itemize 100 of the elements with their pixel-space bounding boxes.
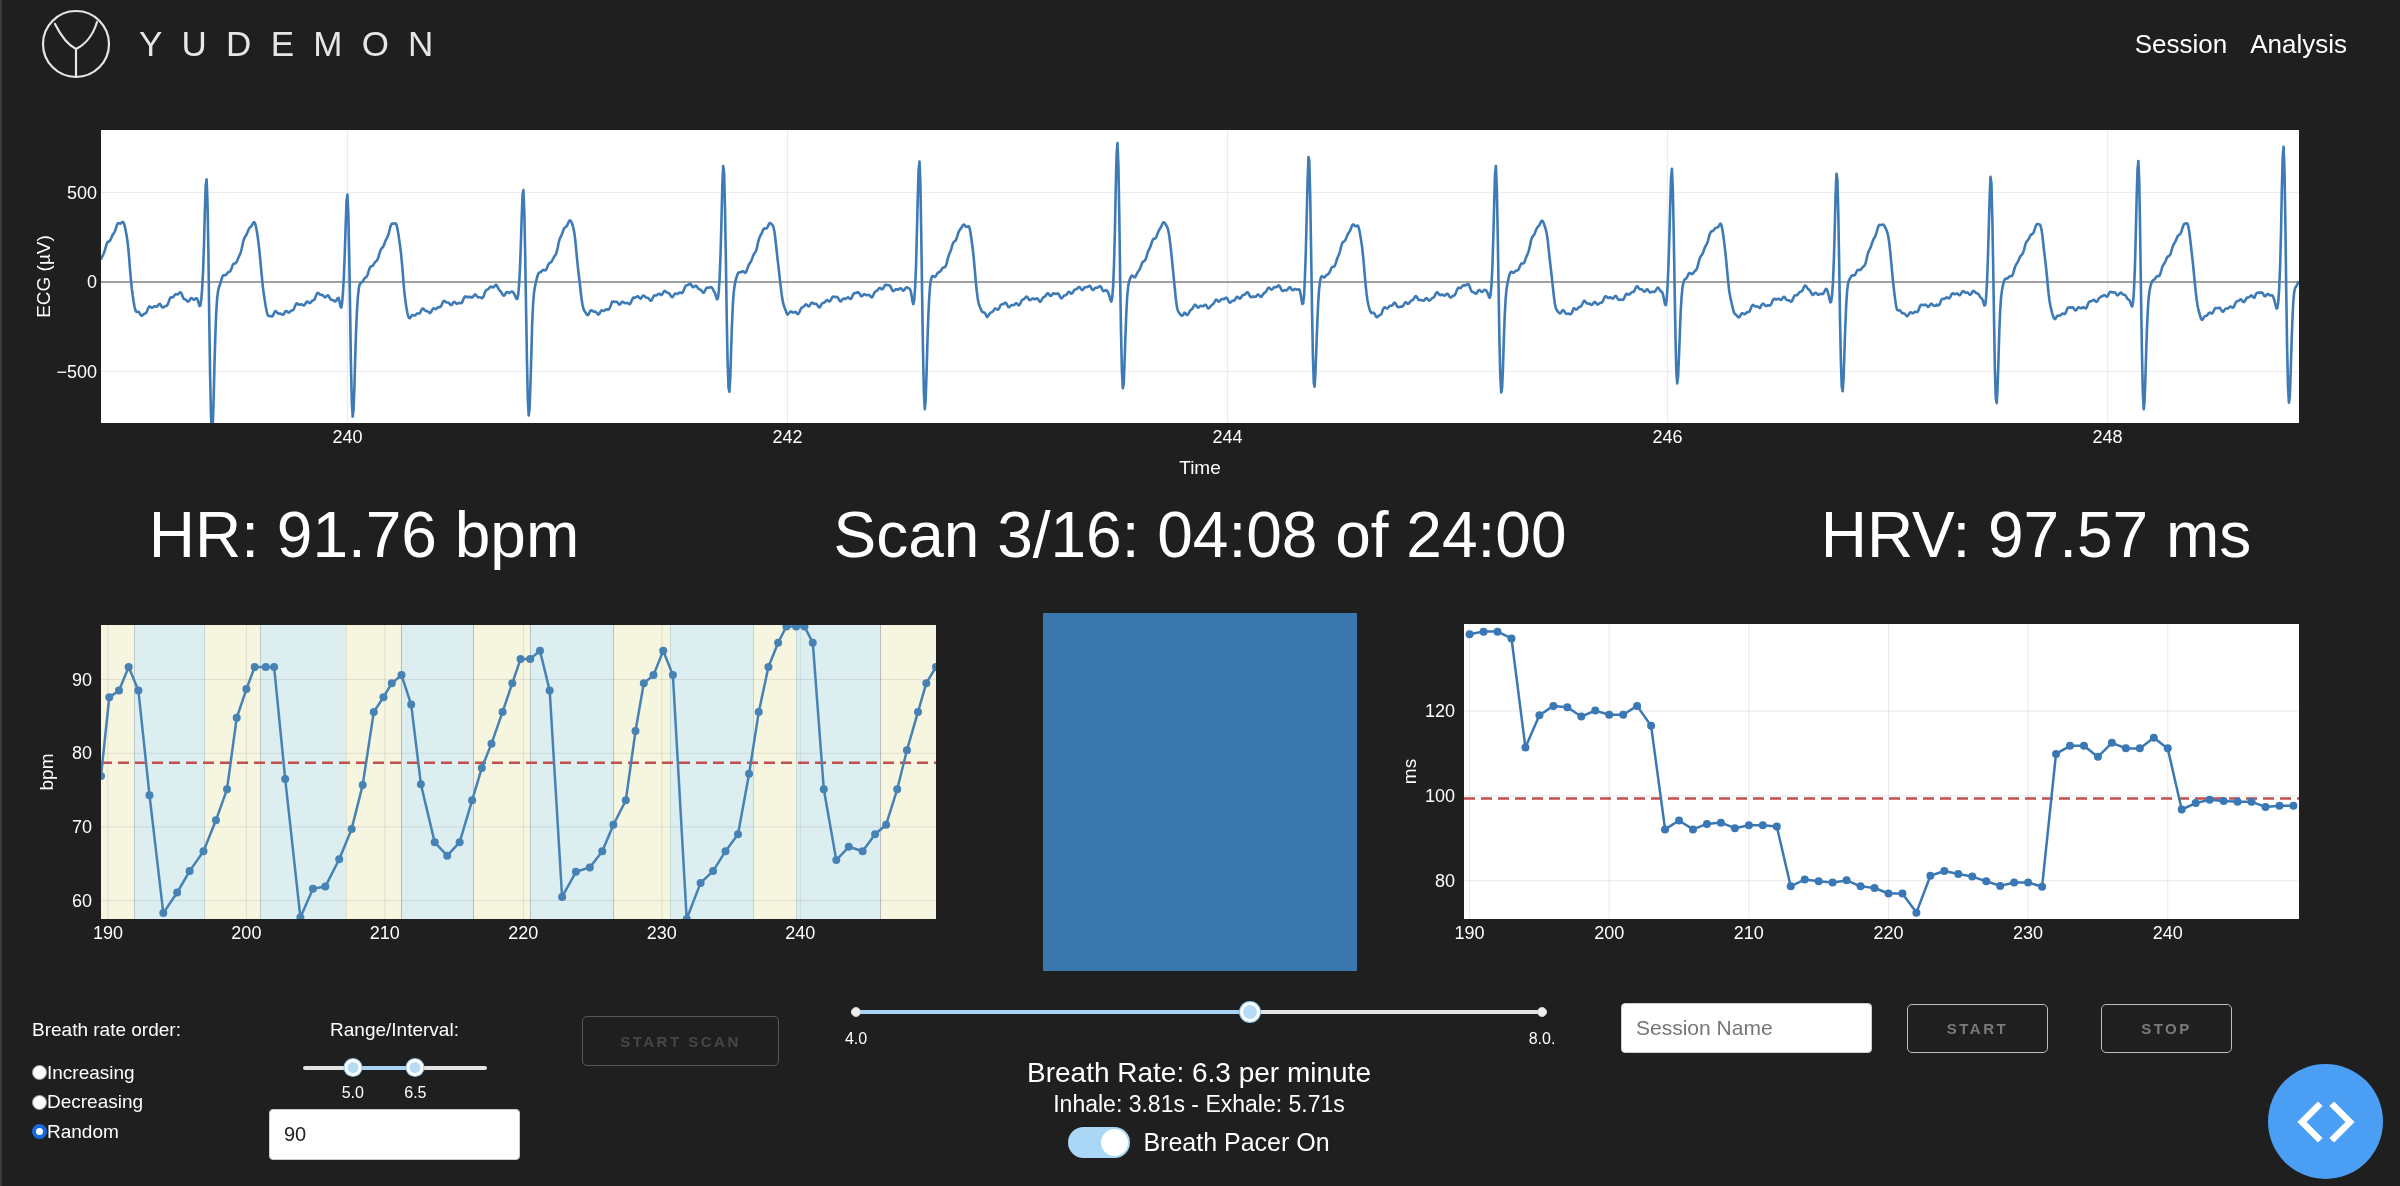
data-point bbox=[598, 847, 607, 856]
data-point bbox=[639, 679, 648, 688]
number-input[interactable]: 90 bbox=[269, 1109, 520, 1160]
axis-title: Time bbox=[1179, 457, 1221, 478]
axis-tick-label: 200 bbox=[231, 923, 262, 943]
axis-tick-label: 500 bbox=[66, 182, 97, 203]
data-point bbox=[631, 727, 640, 736]
data-point bbox=[1507, 634, 1516, 643]
breath-rate-text: Breath Rate: 6.3 per minute bbox=[1027, 1056, 1371, 1090]
axis-tick-label: 220 bbox=[508, 923, 539, 943]
data-point bbox=[1828, 878, 1837, 887]
axis-tick-label: 230 bbox=[646, 923, 677, 943]
nav-link[interactable]: Analysis bbox=[2250, 28, 2347, 60]
data-point bbox=[1744, 821, 1753, 830]
slider-value: 6.5 bbox=[404, 1083, 427, 1103]
radio-label: Increasing bbox=[47, 1061, 135, 1084]
data-point bbox=[585, 863, 594, 872]
session-name-input[interactable]: Session Name bbox=[1621, 1003, 1872, 1053]
axis-tick-label: 100 bbox=[1424, 785, 1455, 806]
data-point bbox=[2093, 752, 2102, 761]
slider-thumb[interactable] bbox=[1239, 1002, 1260, 1022]
data-point bbox=[416, 780, 425, 789]
data-point bbox=[387, 679, 396, 688]
slider-thumb[interactable] bbox=[344, 1059, 362, 1076]
data-point bbox=[1842, 876, 1851, 885]
data-point bbox=[774, 638, 783, 647]
data-point bbox=[2205, 795, 2214, 804]
data-point bbox=[145, 791, 154, 800]
data-point bbox=[668, 671, 677, 680]
slider-min-label: 4.0 bbox=[844, 1029, 868, 1049]
axis-tick-label: −500 bbox=[56, 361, 97, 382]
data-point bbox=[649, 671, 658, 680]
radio-button[interactable] bbox=[32, 1094, 47, 1110]
data-point bbox=[1633, 701, 1642, 710]
data-point bbox=[2177, 805, 2186, 814]
data-point bbox=[2052, 749, 2061, 758]
data-point bbox=[893, 785, 902, 794]
radio-label: Decreasing bbox=[47, 1091, 144, 1114]
data-point bbox=[2010, 878, 2019, 887]
data-point bbox=[223, 785, 231, 794]
data-point bbox=[1800, 875, 1809, 884]
scan-progress-readout: Scan 3/16: 04:08 of 24:00 bbox=[833, 498, 1567, 573]
nav-link[interactable]: Session bbox=[2134, 28, 2228, 60]
data-point bbox=[2024, 878, 2033, 887]
data-point bbox=[1996, 881, 2005, 890]
tick-dot-icon bbox=[851, 1007, 861, 1017]
axis-tick-label: 240 bbox=[332, 427, 363, 447]
data-point bbox=[535, 646, 544, 655]
data-point bbox=[455, 838, 464, 847]
range-interval-label: Range/Interval: bbox=[330, 1018, 459, 1042]
data-point bbox=[1465, 630, 1474, 639]
data-point bbox=[858, 847, 867, 856]
data-point bbox=[335, 855, 344, 864]
radio-button[interactable] bbox=[32, 1065, 47, 1081]
data-point bbox=[2275, 801, 2284, 810]
toggle-label: Breath Pacer On bbox=[1143, 1128, 1330, 1157]
data-point bbox=[487, 739, 496, 748]
hrv-readout: HRV: 97.57 ms bbox=[1820, 498, 2252, 573]
data-point bbox=[468, 796, 477, 805]
data-point bbox=[1591, 706, 1600, 715]
data-point bbox=[1968, 872, 1977, 881]
data-point bbox=[185, 867, 194, 876]
data-point bbox=[2038, 882, 2047, 891]
brand-name: YUDEMON bbox=[139, 24, 453, 64]
data-point bbox=[159, 909, 168, 918]
data-point bbox=[430, 838, 439, 847]
data-point bbox=[358, 780, 367, 789]
data-point bbox=[281, 775, 290, 783]
data-point bbox=[932, 663, 936, 671]
data-point bbox=[1912, 908, 1921, 917]
radio-button[interactable] bbox=[32, 1124, 47, 1140]
axis-tick-label: 190 bbox=[92, 923, 123, 943]
data-point bbox=[882, 820, 891, 829]
data-point bbox=[2289, 801, 2298, 810]
session-button[interactable]: STOP bbox=[2101, 1004, 2232, 1053]
data-point bbox=[545, 686, 554, 695]
breath-order-label: Breath rate order: bbox=[32, 1019, 181, 1040]
axis-tick-label: 190 bbox=[1454, 923, 1485, 943]
data-point bbox=[571, 867, 580, 876]
data-point bbox=[844, 842, 853, 851]
data-point bbox=[871, 830, 880, 839]
data-point bbox=[1954, 870, 1963, 878]
data-point bbox=[1675, 816, 1684, 825]
data-point bbox=[2066, 741, 2074, 750]
data-point bbox=[2135, 744, 2144, 753]
data-point bbox=[347, 825, 356, 834]
data-point bbox=[1563, 703, 1572, 712]
session-button[interactable]: START bbox=[1907, 1004, 2048, 1053]
data-point bbox=[696, 878, 705, 887]
slider-track[interactable] bbox=[302, 1059, 487, 1076]
data-point bbox=[1982, 877, 1991, 886]
toggle-switch[interactable] bbox=[1068, 1127, 1131, 1158]
axis-tick-label: 246 bbox=[1652, 427, 1683, 447]
axis-tick-label: 60 bbox=[71, 890, 92, 911]
slider-track[interactable] bbox=[851, 1002, 1547, 1022]
axis-title: ms bbox=[1400, 758, 1420, 785]
data-point bbox=[2121, 744, 2130, 753]
data-point bbox=[250, 663, 259, 671]
data-point bbox=[2233, 797, 2242, 806]
slider-thumb[interactable] bbox=[406, 1059, 424, 1076]
